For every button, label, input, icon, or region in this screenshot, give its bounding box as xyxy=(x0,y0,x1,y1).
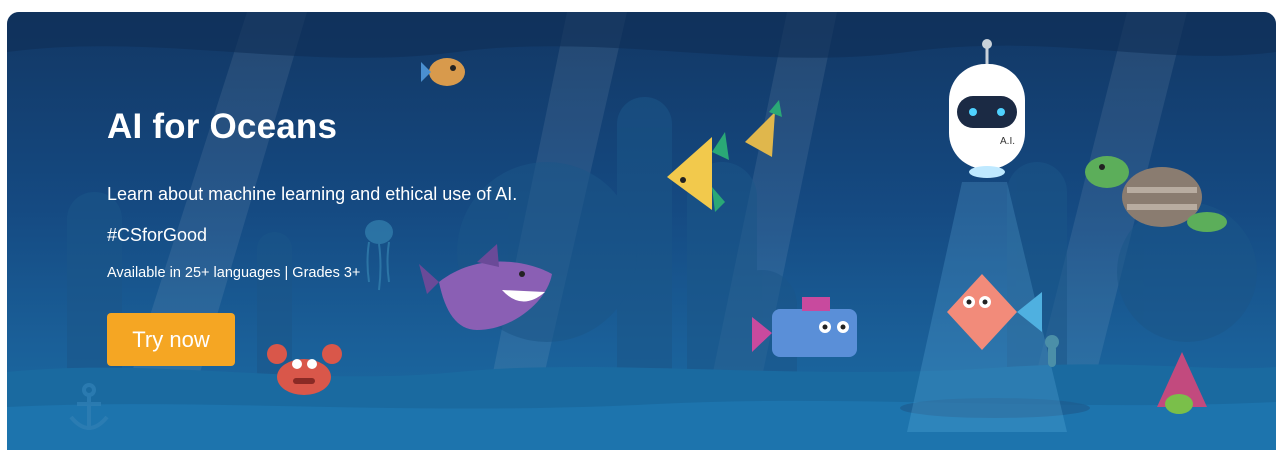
ai-robot-illustration xyxy=(949,39,1025,178)
hero-banner: A.I. AI for Oceans Learn about machine l… xyxy=(7,12,1276,450)
banner-title: AI for Oceans xyxy=(107,107,338,146)
robot-label: A.I. xyxy=(1000,136,1015,147)
try-now-button[interactable]: Try now xyxy=(107,313,235,366)
banner-hashtag: #CSforGood xyxy=(107,225,208,245)
banner-availability: Available in 25+ languages | Grades 3+ xyxy=(107,265,361,281)
banner-description: Learn about machine learning and ethical… xyxy=(107,184,518,204)
fish-top-illustration xyxy=(421,58,465,86)
jellyfish-illustration xyxy=(365,220,393,291)
